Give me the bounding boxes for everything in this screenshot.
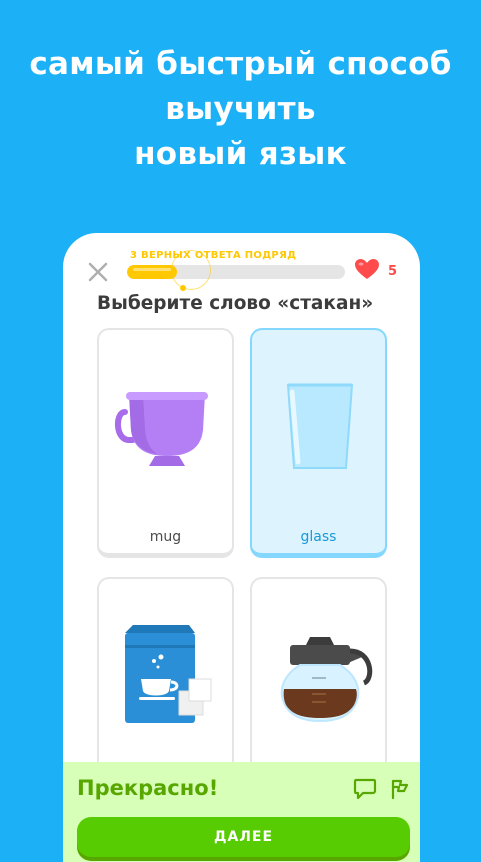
flag-icon[interactable]: [387, 778, 411, 800]
close-icon[interactable]: [87, 261, 109, 283]
lesson-progress-bar: [127, 265, 345, 279]
streak-sparkle-dot: [180, 285, 186, 291]
option-card-mug[interactable]: mug: [97, 328, 234, 558]
headline-line-1: самый быстрый способ: [29, 46, 452, 82]
feedback-title: Прекрасно!: [77, 776, 219, 800]
promo-headline: самый быстрый способ выучить новый язык: [0, 42, 481, 177]
comment-icon[interactable]: [353, 778, 377, 800]
continue-button[interactable]: ДАЛЕЕ: [77, 817, 410, 857]
coffee-pot-icon: [252, 579, 389, 779]
streak-label: 3 ВЕРНЫХ ОТВЕТА ПОДРЯД: [130, 250, 297, 261]
hearts-counter[interactable]: 5: [355, 259, 397, 284]
question-prompt: Выберите слово «стакан»: [97, 293, 374, 314]
heart-icon: [355, 259, 379, 284]
feedback-panel: Прекрасно! ДАЛЕЕ: [63, 762, 420, 862]
mug-icon: [99, 330, 236, 530]
headline-line-2: выучить: [165, 91, 316, 127]
glass-icon: [252, 330, 389, 530]
progress-fill: [127, 265, 178, 279]
option-label-mug: mug: [149, 529, 182, 545]
sugar-bag-icon: [99, 579, 236, 779]
option-card-glass[interactable]: glass: [250, 328, 387, 558]
option-label-glass: glass: [300, 529, 337, 545]
headline-line-3: новый язык: [134, 136, 347, 172]
hearts-count: 5: [388, 264, 398, 279]
